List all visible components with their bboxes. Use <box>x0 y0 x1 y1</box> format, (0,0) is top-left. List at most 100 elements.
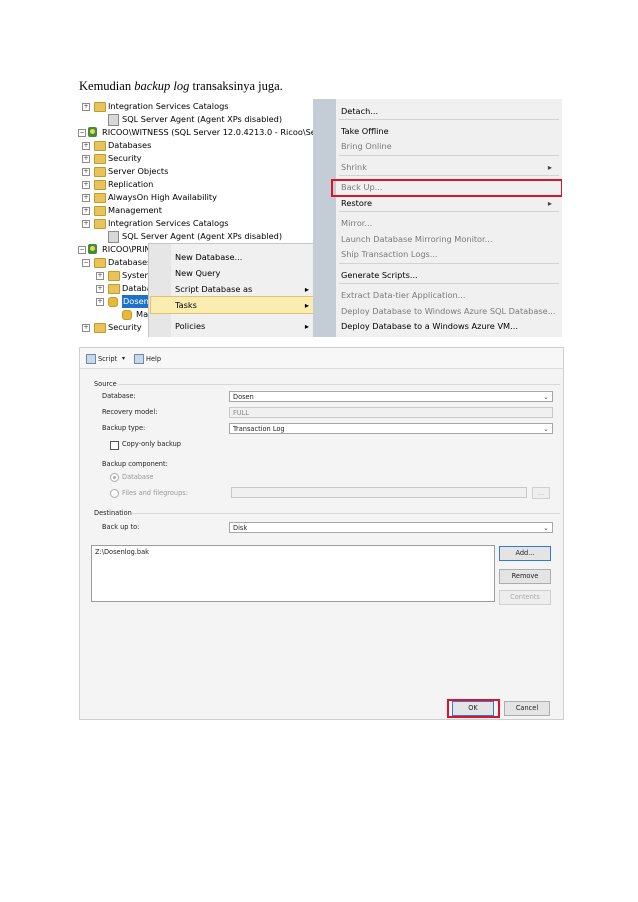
context-menu-item[interactable]: Tasks ▸ <box>175 298 313 313</box>
backup-type-select[interactable]: Transaction Log ⌄ <box>229 423 553 434</box>
database-icon <box>122 310 132 320</box>
help-button[interactable]: Help <box>146 354 161 364</box>
tree-node-label: AlwaysOn High Availability <box>108 192 217 202</box>
context-menu-item[interactable]: New Query <box>175 266 313 281</box>
menu-separator <box>339 175 559 176</box>
tasks-menu-item[interactable]: Restore ▸ <box>341 196 556 210</box>
tasks-menu-item-label: Restore <box>341 198 373 208</box>
chevron-down-icon[interactable]: ▾ <box>122 354 125 364</box>
tasks-menu-item[interactable]: Generate Scripts... <box>341 268 556 282</box>
expand-icon[interactable]: + <box>96 272 104 280</box>
folder-icon <box>94 193 106 203</box>
agent-icon <box>108 114 119 126</box>
tasks-menu-item[interactable]: Take Offline <box>341 124 556 138</box>
folder-icon <box>108 284 120 294</box>
tasks-menu-item-label: Bring Online <box>341 141 392 151</box>
tree-node-label: Databases <box>108 257 152 267</box>
context-menu-item[interactable]: Policies ▸ <box>175 319 313 334</box>
collapse-icon[interactable]: − <box>78 246 86 254</box>
tasks-menu-item[interactable]: Detach... <box>341 104 556 118</box>
files-filegroups-field <box>231 487 527 498</box>
script-icon[interactable] <box>86 354 96 364</box>
folder-icon <box>94 167 106 177</box>
expand-icon[interactable]: + <box>82 194 90 202</box>
component-database-radio[interactable] <box>110 473 119 482</box>
database-icon <box>108 297 118 307</box>
destination-list[interactable]: Z:\Dosenlog.bak <box>91 545 495 602</box>
tasks-menu-item[interactable]: Extract Data-tier Application... <box>341 288 556 302</box>
copy-only-checkbox[interactable] <box>110 441 119 450</box>
submenu-arrow-icon: ▸ <box>547 198 552 208</box>
tasks-menu-item-label: Generate Scripts... <box>341 270 418 280</box>
menu-separator <box>339 263 559 264</box>
expand-icon[interactable]: + <box>82 103 90 111</box>
expand-icon[interactable]: + <box>82 142 90 150</box>
tree-node-label: Integration Services Catalogs <box>108 101 229 111</box>
tasks-menu-item-label: Mirror... <box>341 218 373 228</box>
chevron-down-icon: ⌄ <box>543 425 549 433</box>
script-button[interactable]: Script <box>98 354 117 364</box>
folder-icon <box>94 323 106 333</box>
folder-icon <box>94 154 106 164</box>
recovery-model-field: FULL <box>229 407 553 418</box>
tree-node-label: Server Objects <box>108 166 169 176</box>
context-menu-item[interactable]: Script Database as ▸ <box>175 282 313 297</box>
ok-highlight-box <box>447 699 500 718</box>
help-icon[interactable] <box>134 354 144 364</box>
collapse-icon[interactable]: − <box>82 259 90 267</box>
cancel-button[interactable]: Cancel <box>504 701 550 716</box>
folder-icon <box>94 219 106 229</box>
server-icon <box>88 244 97 254</box>
folder-icon <box>94 206 106 216</box>
server-icon <box>88 127 97 137</box>
tasks-menu-item[interactable]: Deploy Database to Windows Azure SQL Dat… <box>341 304 556 318</box>
tasks-menu-item[interactable]: Ship Transaction Logs... <box>341 247 556 261</box>
expand-icon[interactable]: + <box>96 298 104 306</box>
collapse-icon[interactable]: − <box>78 129 86 137</box>
tasks-menu-item-label: Extract Data-tier Application... <box>341 290 466 300</box>
add-button[interactable]: Add... <box>499 546 551 561</box>
expand-icon[interactable]: + <box>82 324 90 332</box>
submenu-arrow-icon: ▸ <box>547 162 552 172</box>
tree-node-label: Databases <box>108 140 152 150</box>
back-up-highlight-box <box>331 179 562 197</box>
component-files-radio[interactable] <box>110 489 119 498</box>
menu-separator <box>339 283 559 284</box>
chevron-down-icon: ⌄ <box>543 524 549 532</box>
expand-icon[interactable]: + <box>82 155 90 163</box>
caption: Kemudian backup log transaksinya juga. <box>79 79 283 93</box>
expand-icon[interactable]: + <box>96 285 104 293</box>
back-up-to-select[interactable]: Disk ⌄ <box>229 522 553 533</box>
context-menu-item[interactable]: New Database... <box>175 250 313 265</box>
expand-icon[interactable]: + <box>82 220 90 228</box>
tasks-menu-item-label: Deploy Database to Windows Azure SQL Dat… <box>341 306 556 316</box>
expand-icon[interactable]: + <box>82 168 90 176</box>
agent-icon <box>108 231 119 243</box>
tasks-menu-item-label: Shrink <box>341 162 367 172</box>
tasks-menu-item[interactable]: Bring Online <box>341 139 556 153</box>
context-menu-item-label: Tasks <box>175 300 197 310</box>
remove-button[interactable]: Remove <box>499 569 551 584</box>
tree-node-label: SQL Server Agent (Agent XPs disabled) <box>122 114 283 124</box>
tasks-menu-item[interactable]: Deploy Database to a Windows Azure VM... <box>341 319 556 333</box>
database-select[interactable]: Dosen ⌄ <box>229 391 553 402</box>
menu-separator <box>339 119 559 120</box>
tasks-menu-item[interactable]: Mirror... <box>341 216 556 230</box>
tree-node-label: RICOO\WITNESS (SQL Server 12.0.4213.0 - … <box>102 127 343 137</box>
folder-icon <box>94 180 106 190</box>
submenu-arrow-icon: ▸ <box>304 321 309 331</box>
tasks-menu-item[interactable]: Shrink ▸ <box>341 160 556 174</box>
destination-path-item[interactable]: Z:\Dosenlog.bak <box>95 548 491 556</box>
context-menu-item-label: Policies <box>175 321 206 331</box>
object-explorer-screenshot: + Integration Services Catalogs SQL Server… <box>78 99 562 337</box>
expand-icon[interactable]: + <box>82 207 90 215</box>
tasks-submenu: Detach... Take Offline Bring Online Shrink ▸… <box>313 99 562 337</box>
browse-files-button[interactable]: ... <box>532 487 550 499</box>
tree-node-label: SQL Server Agent (Agent XPs disabled) <box>122 231 283 241</box>
context-menu-item-label: New Database... <box>175 252 243 262</box>
contents-button[interactable]: Contents <box>499 590 551 605</box>
component-database-label: Database <box>122 473 154 481</box>
menu-separator <box>339 155 559 156</box>
tasks-menu-item[interactable]: Launch Database Mirroring Monitor... <box>341 232 556 246</box>
expand-icon[interactable]: + <box>82 181 90 189</box>
